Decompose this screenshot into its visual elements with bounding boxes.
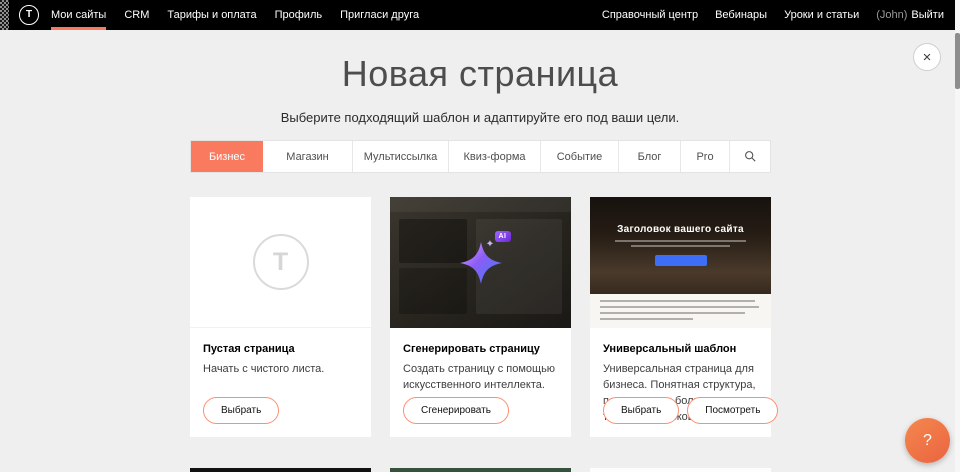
preview-subtext-line <box>615 240 745 242</box>
preview-subtext-line <box>631 245 731 247</box>
blank-page-preview: T <box>190 197 371 328</box>
card-body: Сгенерировать страницу Создать страницу … <box>390 328 571 394</box>
template-preview <box>590 468 771 472</box>
close-button[interactable]: × <box>913 43 941 71</box>
secondary-nav: Справочный центр Вебинары Уроки и статьи… <box>602 0 960 30</box>
tab-pro[interactable]: Pro <box>681 141 730 172</box>
select-button[interactable]: Выбрать <box>603 397 679 424</box>
view-button[interactable]: Посмотреть <box>687 397 778 424</box>
page-subtitle: Выберите подходящий шаблон и адаптируйте… <box>0 110 960 125</box>
help-button[interactable]: ? <box>905 418 950 463</box>
ai-generate-preview: AI <box>390 197 571 328</box>
close-icon: × <box>923 50 932 65</box>
template-grid: T Пустая страница Начать с чистого листа… <box>190 197 771 472</box>
topbar: T Мои сайты CRM Тарифы и оплата Профиль … <box>0 0 960 30</box>
page-title: Новая страница <box>0 53 960 95</box>
template-card-ai-generate[interactable]: AI Сгенерировать страницу Создать страни… <box>390 197 571 437</box>
preview-hero-section: Заголовок вашего сайта <box>590 197 771 294</box>
template-card[interactable] <box>190 468 371 472</box>
nav-lessons[interactable]: Уроки и статьи <box>784 0 859 30</box>
tilda-logo[interactable]: T <box>19 5 39 25</box>
preview-text-line <box>600 318 693 320</box>
card-actions: Сгенерировать <box>403 397 509 424</box>
tilda-mark-letter: T <box>273 248 288 277</box>
logout-label: Выйти <box>911 9 944 21</box>
nav-crm[interactable]: CRM <box>124 0 149 30</box>
universal-template-preview: Заголовок вашего сайта <box>590 197 771 328</box>
tab-search[interactable] <box>730 141 770 172</box>
template-preview <box>390 468 571 472</box>
nav-profile[interactable]: Профиль <box>275 0 323 30</box>
template-card[interactable] <box>390 468 571 472</box>
tab-blog[interactable]: Блог <box>619 141 681 172</box>
tab-event[interactable]: Событие <box>541 141 619 172</box>
main-nav: Мои сайты CRM Тарифы и оплата Профиль Пр… <box>51 0 419 30</box>
template-card-blank[interactable]: T Пустая страница Начать с чистого листа… <box>190 197 371 437</box>
tab-quiz-form[interactable]: Квиз-форма <box>449 141 541 172</box>
preview-text-line <box>600 300 755 302</box>
pattern-strip <box>0 0 9 30</box>
scrollbar-thumb[interactable] <box>955 33 960 89</box>
select-button[interactable]: Выбрать <box>203 397 279 424</box>
nav-tariffs[interactable]: Тарифы и оплата <box>167 0 256 30</box>
card-title: Пустая страница <box>203 343 358 355</box>
scrollbar[interactable] <box>955 0 960 472</box>
template-card-universal[interactable]: Заголовок вашего сайта Универсальный шаб… <box>590 197 771 437</box>
card-title: Универсальный шаблон <box>603 343 758 355</box>
card-actions: Выбрать <box>203 397 279 424</box>
logo-letter: T <box>26 10 32 20</box>
tab-business[interactable]: Бизнес <box>191 141 263 172</box>
nav-help-center[interactable]: Справочный центр <box>602 0 698 30</box>
nav-webinars[interactable]: Вебинары <box>715 0 767 30</box>
template-category-tabs: Бизнес Магазин Мультиссылка Квиз-форма С… <box>190 140 771 173</box>
card-body: Пустая страница Начать с чистого листа. <box>190 328 371 378</box>
nav-my-sites[interactable]: Мои сайты <box>51 0 106 30</box>
user-name: (John) <box>876 9 907 21</box>
template-card[interactable] <box>590 468 771 472</box>
ai-sparkle-icon <box>457 239 505 287</box>
tilda-mark-icon: T <box>253 234 309 290</box>
preview-header-strip <box>390 197 571 212</box>
question-icon: ? <box>923 432 932 450</box>
card-desc: Начать с чистого листа. <box>203 362 358 378</box>
card-title: Сгенерировать страницу <box>403 343 558 355</box>
nav-logout[interactable]: (John) Выйти <box>876 0 944 30</box>
nav-invite-friend[interactable]: Пригласи друга <box>340 0 419 30</box>
template-preview <box>190 468 371 472</box>
preview-text-line <box>600 312 745 314</box>
card-desc: Создать страницу с помощью искусственног… <box>403 362 558 394</box>
tab-shop[interactable]: Магазин <box>263 141 353 172</box>
tab-multilink[interactable]: Мультиссылка <box>353 141 449 172</box>
preview-heading: Заголовок вашего сайта <box>590 197 771 235</box>
preview-text-line <box>600 306 759 308</box>
generate-button[interactable]: Сгенерировать <box>403 397 509 424</box>
preview-text-section <box>590 294 771 328</box>
card-actions: Выбрать Посмотреть <box>603 397 778 424</box>
preview-cta-button <box>655 255 707 266</box>
ai-badge: AI <box>495 231 511 242</box>
search-icon <box>744 150 757 163</box>
